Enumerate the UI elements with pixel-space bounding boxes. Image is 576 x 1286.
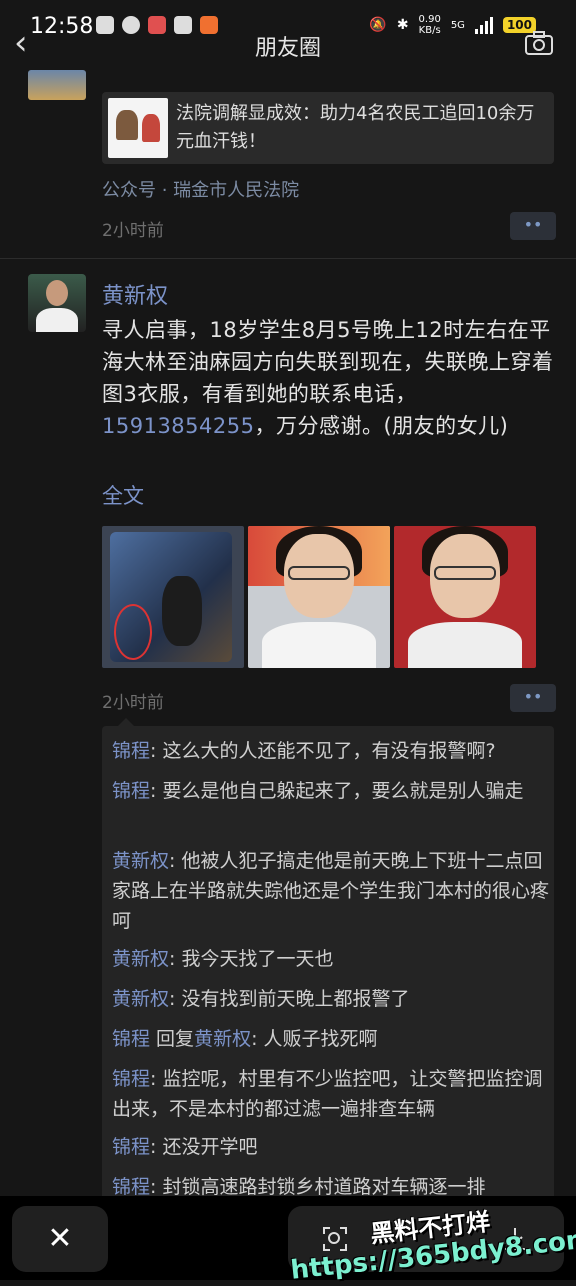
article-title: 法院调解显成效：助力4名农民工追回10余万元血汗钱！ <box>176 103 535 152</box>
more-button[interactable]: •• <box>510 684 556 712</box>
post-body-end: ，万分感谢。(朋友的女儿) <box>254 414 509 438</box>
post-author[interactable]: 黄新权 <box>102 278 168 310</box>
comment-item[interactable]: 黄新权: 他被人犯子搞走他是前天晚上下班十二点回家路上在半路就失踪他还是个学生我… <box>112 846 550 936</box>
comment-item[interactable]: 黄新权: 我今天找了一天也 <box>112 944 550 974</box>
comment-item[interactable]: 锦程: 还没开学吧 <box>112 1132 550 1162</box>
post-time: 2小时前 <box>102 693 164 713</box>
comment-author[interactable]: 黄新权 <box>112 850 169 872</box>
page-title: 朋友圈 <box>254 36 321 61</box>
shared-article-card[interactable]: 法院调解显成效：助力4名农民工追回10余万元血汗钱！ <box>102 92 554 164</box>
scan-icon[interactable] <box>322 1226 348 1252</box>
comment-text: : 没有找到前天晚上都报警了 <box>169 988 410 1010</box>
comment-author[interactable]: 锦程 <box>112 1136 150 1158</box>
comment-item[interactable]: 锦程: 这么大的人还能不见了，有没有报警啊? <box>112 736 550 766</box>
post-time: 2小时前 <box>102 221 164 241</box>
comment-text: : 这么大的人还能不见了，有没有报警啊? <box>150 740 496 762</box>
top-bar: ‹ 朋友圈 <box>0 20 576 70</box>
prev-avatar[interactable] <box>28 70 86 100</box>
comment-author[interactable]: 黄新权 <box>112 988 169 1010</box>
comment-author[interactable]: 锦程 <box>112 1028 150 1050</box>
comment-item[interactable]: 锦程: 监控呢，村里有不少监控吧，让交警把监控调出来，不是本村的都过滤一遍排查车… <box>112 1064 550 1124</box>
comments-arrow <box>118 718 134 726</box>
comment-text: : 还没开学吧 <box>150 1136 258 1158</box>
comment-author[interactable]: 锦程 <box>112 1068 150 1090</box>
comment-author[interactable]: 锦程 <box>112 780 150 802</box>
comment-item[interactable]: 锦程: 要么是他自己躲起来了，要么就是别人骗走 <box>112 776 550 806</box>
article-thumbnail <box>108 98 168 158</box>
phone-link[interactable]: 15913854255 <box>102 414 254 438</box>
comment-item[interactable]: 锦程 回复黄新权: 人贩子找死啊 <box>112 1024 550 1054</box>
comment-text: : 封锁高速路封锁乡村道路对车辆逐一排 <box>150 1176 486 1198</box>
full-text-link[interactable]: 全文 <box>102 480 144 510</box>
post-photo-1[interactable] <box>102 526 244 668</box>
comment-text: : 他被人犯子搞走他是前天晚上下班十二点回家路上在半路就失踪他还是个学生我门本村… <box>112 850 550 932</box>
avatar[interactable] <box>28 274 86 332</box>
post-divider <box>0 258 576 259</box>
close-button[interactable]: ✕ <box>12 1206 108 1272</box>
comment-item[interactable]: 黄新权: 没有找到前天晚上都报警了 <box>112 984 550 1014</box>
comment-author[interactable]: 锦程 <box>112 1176 150 1198</box>
comment-author[interactable]: 锦程 <box>112 740 150 762</box>
more-button[interactable]: •• <box>510 212 556 240</box>
comment-text: : 要么是他自己躲起来了，要么就是别人骗走 <box>150 780 524 802</box>
camera-icon[interactable] <box>524 28 554 58</box>
comment-text: : 我今天找了一天也 <box>169 948 334 970</box>
post-text: 寻人启事，18岁学生8月5号晚上12时左右在平海大林至油麻园方向失联到现在，失联… <box>102 314 562 442</box>
reply-target[interactable]: 黄新权 <box>194 1028 251 1050</box>
post-body: 寻人启事，18岁学生8月5号晚上12时左右在平海大林至油麻园方向失联到现在，失联… <box>102 318 554 406</box>
comment-author[interactable]: 黄新权 <box>112 948 169 970</box>
post-photo-2[interactable] <box>248 526 390 668</box>
post-photo-3[interactable] <box>394 526 536 668</box>
comment-text: : 监控呢，村里有不少监控吧，让交警把监控调出来，不是本村的都过滤一遍排查车辆 <box>112 1068 543 1120</box>
reply-word: 回复 <box>150 1028 195 1050</box>
comment-text: : 人贩子找死啊 <box>251 1028 378 1050</box>
article-source[interactable]: 公众号 · 瑞金市人民法院 <box>102 176 299 202</box>
